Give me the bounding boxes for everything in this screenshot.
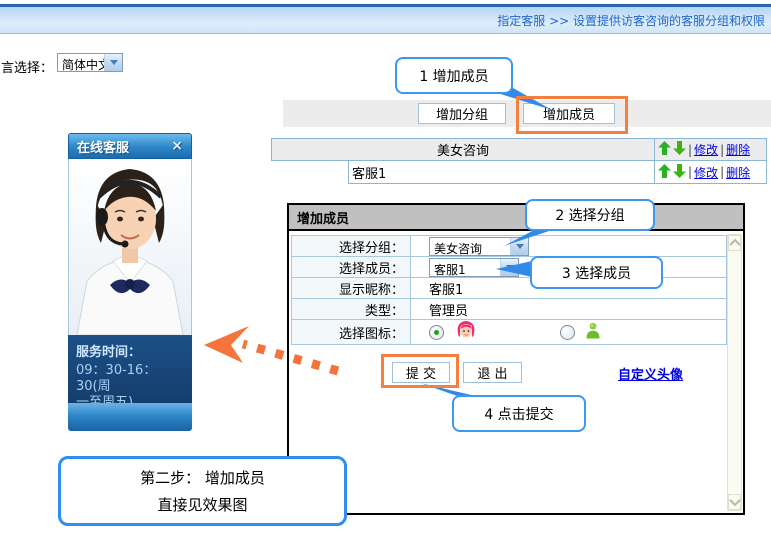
group-select[interactable]: 美女咨询 xyxy=(429,237,529,256)
callout-step1: 1 增加成员 xyxy=(395,57,513,94)
add-group-button[interactable]: 增加分组 xyxy=(418,103,506,124)
group-name: 美女咨询 xyxy=(272,139,654,160)
move-down-icon[interactable] xyxy=(673,141,686,158)
scroll-up-icon[interactable] xyxy=(728,235,741,251)
scrollbar[interactable] xyxy=(727,234,742,511)
group-select-value: 美女咨询 xyxy=(430,238,510,255)
add-member-dialog: 增加成员 选择分组： 美女咨询 选择成员： 客服1 xyxy=(287,203,745,515)
breadcrumb[interactable]: 指定客服 >> 设置提供访客咨询的客服分组和权限 xyxy=(497,12,771,29)
callout-step3: 3 选择成员 xyxy=(530,256,663,289)
form-row: 选择分组： 美女咨询 xyxy=(292,236,727,257)
callout-step4: 4 点击提交 xyxy=(452,395,586,432)
dashed-arrow-head xyxy=(204,326,249,363)
member-controls: | 修改 | 删除 xyxy=(654,161,766,183)
member-select[interactable]: 客服1 xyxy=(429,258,519,277)
delete-link[interactable]: 删除 xyxy=(726,141,750,158)
widget-title: 在线客服 xyxy=(77,137,129,156)
female-avatar-icon xyxy=(456,329,480,344)
member-select-label: 选择成员： xyxy=(292,257,411,278)
group-row: 美女咨询 | 修改 | 删除 xyxy=(271,138,767,161)
type-value: 管理员 xyxy=(429,304,468,319)
language-label: 言选择： xyxy=(1,57,53,76)
step-summary-box: 第二步： 增加成员 直接见效果图 xyxy=(58,456,347,526)
member-form: 选择分组： 美女咨询 选择成员： 客服1 显示昵称： xyxy=(291,235,727,345)
member-avatar-icon xyxy=(585,328,601,343)
scroll-down-icon[interactable] xyxy=(728,494,741,510)
separator: | xyxy=(720,165,724,179)
page: 指定客服 >> 设置提供访客咨询的客服分组和权限 言选择： 简体中文 增加分组 … xyxy=(0,0,771,534)
summary-line1: 第二步： 增加成员 xyxy=(140,467,265,488)
summary-line2: 直接见效果图 xyxy=(157,494,247,515)
move-down-icon[interactable] xyxy=(673,164,686,181)
service-title: 服务时间： xyxy=(76,341,184,360)
custom-avatar-link[interactable]: 自定义头像 xyxy=(618,364,683,383)
agent-photo: 点击交谈 xyxy=(68,159,192,335)
member-name: 客服1 xyxy=(349,161,654,183)
icon-radio-girl[interactable] xyxy=(429,325,444,340)
widget-footer xyxy=(68,403,192,431)
exit-button[interactable]: 退 出 xyxy=(463,362,522,383)
agent-photo-illustration xyxy=(69,159,191,335)
delete-link[interactable]: 删除 xyxy=(726,164,750,181)
widget-titlebar: 在线客服 × xyxy=(68,133,192,159)
chevron-down-icon[interactable] xyxy=(104,54,122,71)
move-up-icon[interactable] xyxy=(658,164,671,181)
row-indent xyxy=(271,161,348,184)
highlight-submit xyxy=(381,354,459,388)
callout-step2: 2 选择分组 xyxy=(525,199,655,231)
separator: | xyxy=(688,165,692,179)
service-time: 09：30-16：30(周 xyxy=(76,363,184,395)
close-icon[interactable]: × xyxy=(171,139,183,153)
chat-widget: 在线客服 × xyxy=(68,133,192,431)
header-band: 指定客服 >> 设置提供访客咨询的客服分组和权限 xyxy=(0,7,771,34)
service-info: 服务时间： 09：30-16：30(周 一至周五) xyxy=(68,335,192,403)
icon-radio-member[interactable] xyxy=(560,325,575,340)
member-row: 客服1 | 修改 | 删除 xyxy=(271,161,767,184)
nickname-label: 显示昵称： xyxy=(292,278,411,299)
highlight-add-member xyxy=(516,96,628,134)
modify-link[interactable]: 修改 xyxy=(694,164,718,181)
separator: | xyxy=(688,143,692,157)
dialog-title: 增加成员 xyxy=(289,205,743,231)
modify-link[interactable]: 修改 xyxy=(694,141,718,158)
group-select-label: 选择分组： xyxy=(292,236,411,257)
group-table: 美女咨询 | 修改 | 删除 客服1 | 修改 | 删除 xyxy=(271,138,767,184)
language-select[interactable]: 简体中文 xyxy=(57,53,123,72)
language-select-value: 简体中文 xyxy=(58,54,104,71)
chevron-down-icon[interactable] xyxy=(510,238,528,255)
member-select-value: 客服1 xyxy=(430,259,500,276)
icon-select-label: 选择图标： xyxy=(292,320,411,345)
move-up-icon[interactable] xyxy=(658,141,671,158)
type-label: 类型： xyxy=(292,299,411,320)
form-row: 类型： 管理员 xyxy=(292,299,727,320)
separator: | xyxy=(720,143,724,157)
group-controls: | 修改 | 删除 xyxy=(654,139,766,160)
form-row: 选择图标： xyxy=(292,320,727,345)
nickname-value: 客服1 xyxy=(429,283,463,298)
chevron-down-icon[interactable] xyxy=(500,259,518,276)
